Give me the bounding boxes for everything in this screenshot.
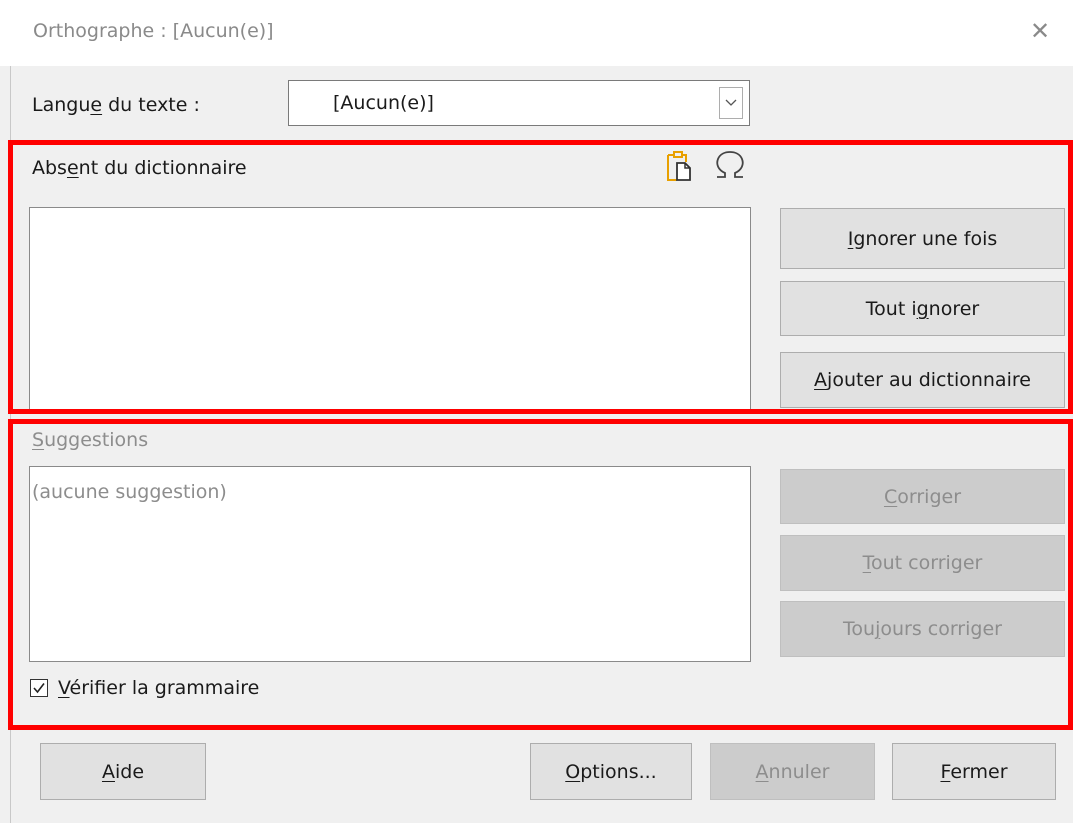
chevron-down-icon[interactable]	[719, 87, 743, 119]
close-icon[interactable]: ✕	[1021, 12, 1059, 50]
undo-button[interactable]: Annuler	[710, 743, 875, 800]
language-label: Langue du texte :	[32, 94, 200, 116]
language-combobox[interactable]: [Aucun(e)]	[288, 80, 750, 126]
title-bar: Orthographe : [Aucun(e)] ✕	[0, 0, 1073, 66]
close-button[interactable]: Fermer	[892, 743, 1056, 800]
highlight-rectangle-dictionary	[8, 140, 1073, 414]
spelling-dialog: Orthographe : [Aucun(e)] ✕ Langue du tex…	[0, 0, 1073, 823]
language-value: [Aucun(e)]	[333, 92, 434, 114]
options-button[interactable]: Options...	[530, 743, 692, 800]
window-title: Orthographe : [Aucun(e)]	[33, 20, 274, 42]
highlight-rectangle-suggestions	[8, 419, 1073, 730]
help-button[interactable]: Aide	[40, 743, 206, 800]
